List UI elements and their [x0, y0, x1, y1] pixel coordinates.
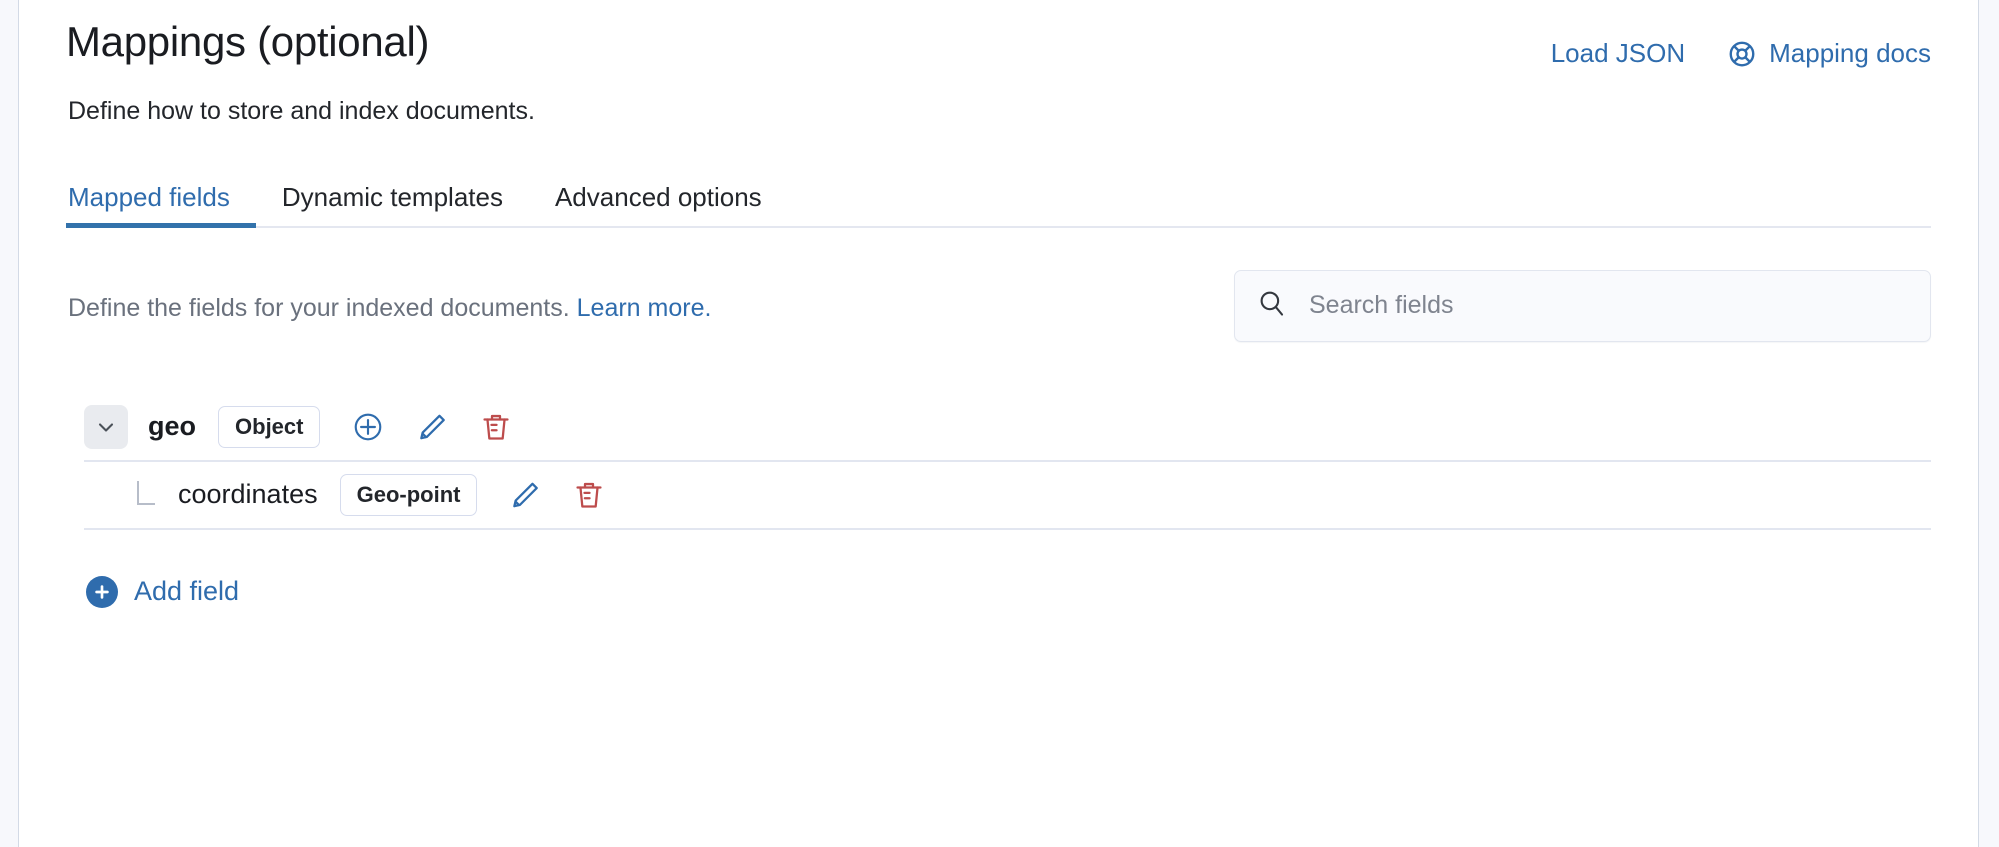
search-fields-box[interactable]	[1234, 270, 1931, 342]
row-actions	[507, 477, 607, 513]
mapping-docs-label: Mapping docs	[1769, 38, 1931, 69]
load-json-label: Load JSON	[1551, 38, 1685, 69]
edit-icon[interactable]	[414, 409, 450, 445]
row-actions	[350, 409, 514, 445]
edit-icon[interactable]	[507, 477, 543, 513]
header-actions: Load JSON	[1551, 18, 1931, 69]
learn-more-link[interactable]: Learn more.	[577, 294, 712, 322]
add-child-icon[interactable]	[350, 409, 386, 445]
mappings-page: Mappings (optional) Load JSON	[0, 0, 1999, 847]
search-icon	[1257, 288, 1287, 323]
mapping-docs-link[interactable]: Mapping docs	[1727, 38, 1931, 69]
chevron-down-icon[interactable]	[84, 405, 128, 449]
add-field-button[interactable]: Add field	[86, 576, 239, 608]
mapped-fields-list: geo Object	[66, 394, 1931, 530]
field-name: geo	[148, 411, 196, 442]
search-fields-input[interactable]	[1307, 290, 1908, 321]
page-title: Mappings (optional)	[66, 18, 429, 66]
fields-description-text: Define the fields for your indexed docum…	[68, 294, 570, 322]
tree-connector-icon	[134, 481, 158, 509]
description-row: Define the fields for your indexed docum…	[66, 270, 1931, 342]
lifebuoy-icon	[1727, 39, 1757, 69]
table-row: coordinates Geo-point	[84, 462, 1931, 530]
plus-circle-icon	[86, 576, 118, 608]
mappings-content: Mappings (optional) Load JSON	[19, 0, 1978, 847]
tab-mapped-fields[interactable]: Mapped fields	[66, 184, 256, 226]
delete-icon[interactable]	[478, 409, 514, 445]
mappings-tabs: Mapped fields Dynamic templates Advanced…	[66, 166, 1931, 228]
mappings-panel: Mappings (optional) Load JSON	[18, 0, 1979, 847]
field-type-badge: Geo-point	[340, 474, 478, 516]
delete-icon[interactable]	[571, 477, 607, 513]
field-name: coordinates	[178, 479, 318, 510]
page-header: Mappings (optional) Load JSON	[66, 0, 1931, 69]
tab-advanced-options[interactable]: Advanced options	[529, 184, 788, 226]
table-row: geo Object	[84, 394, 1931, 462]
load-json-link[interactable]: Load JSON	[1551, 38, 1685, 69]
tab-dynamic-templates[interactable]: Dynamic templates	[256, 184, 529, 226]
page-subtitle: Define how to store and index documents.	[68, 95, 1931, 128]
fields-description: Define the fields for your indexed docum…	[68, 270, 711, 325]
field-type-badge: Object	[218, 406, 320, 448]
add-field-label: Add field	[134, 576, 239, 607]
